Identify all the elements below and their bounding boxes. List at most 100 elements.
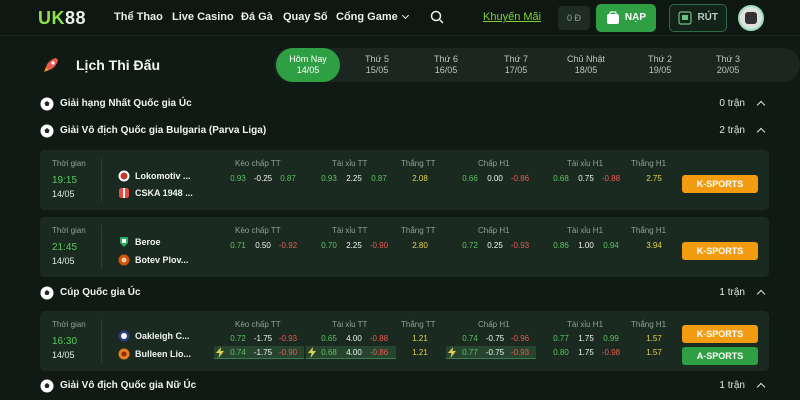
- tab-day-name: Chủ Nhật: [566, 54, 606, 64]
- soccer-ball-icon: [40, 379, 54, 393]
- odds-cell[interactable]: -0.93: [506, 241, 534, 250]
- odds-cell[interactable]: 0.66: [456, 174, 484, 183]
- odds-cell[interactable]: 2.80: [406, 241, 434, 250]
- tab-day-1[interactable]: Thứ 5 15/05: [345, 48, 409, 82]
- logo[interactable]: UK88: [38, 8, 86, 29]
- odds-cell[interactable]: 1.21: [406, 334, 434, 343]
- odds-cell[interactable]: -0.98: [597, 348, 625, 357]
- tab-day-5[interactable]: Thứ 2 19/05: [628, 48, 692, 82]
- chevron-up-icon: [756, 127, 766, 137]
- team-logo-icon: [120, 237, 128, 247]
- odds-cell[interactable]: 1.21: [406, 348, 434, 357]
- team-logo-icon: [118, 348, 130, 360]
- odds-cell[interactable]: 1.57: [640, 334, 668, 343]
- odds-cell[interactable]: 0.71: [224, 241, 252, 250]
- odds-cell[interactable]: -0.92: [274, 241, 302, 250]
- tab-day-2[interactable]: Thứ 6 16/05: [414, 48, 478, 82]
- divider: [101, 158, 102, 202]
- divider: [101, 225, 102, 269]
- odds-cell: 1.75: [578, 348, 594, 357]
- odds-cell[interactable]: -0.90: [365, 241, 393, 250]
- team-logo-icon: [118, 330, 130, 342]
- nav-cong-game[interactable]: Cổng Game: [336, 11, 409, 23]
- odds-cell[interactable]: 0.93: [315, 174, 343, 183]
- match-time: 16:30: [52, 336, 78, 347]
- odds-cell[interactable]: -0.88: [365, 334, 393, 343]
- promo-link[interactable]: Khuyến Mãi: [483, 11, 541, 23]
- k-sports-button[interactable]: K-SPORTS: [682, 175, 758, 193]
- tab-day-name: Hôm Nay: [289, 54, 327, 64]
- tab-day-3[interactable]: Thứ 7 17/05: [484, 48, 548, 82]
- odds-cell[interactable]: 0.94: [597, 241, 625, 250]
- odds-cell[interactable]: 0.74: [456, 334, 484, 343]
- odds-cell[interactable]: 0.86: [547, 241, 575, 250]
- col-label: Tài xỉu H1: [567, 226, 604, 235]
- col-label: Tài xỉu H1: [567, 320, 604, 329]
- league-header[interactable]: Cúp Quốc gia Úc 1 trận: [40, 284, 770, 302]
- odds-cell[interactable]: -0.96: [506, 334, 534, 343]
- nav-live-casino[interactable]: Live Casino: [172, 11, 234, 23]
- col-label: Thắng H1: [631, 226, 667, 235]
- time-label: Thời gian: [52, 226, 86, 235]
- odds-cell[interactable]: 0.87: [365, 174, 393, 183]
- odds-cell: 2.25: [346, 174, 362, 183]
- odds-cell[interactable]: -0.93: [506, 348, 534, 357]
- odds-cell[interactable]: 0.68: [315, 348, 343, 357]
- odds-cell: 4.00: [346, 334, 362, 343]
- tab-day-name: Thứ 7: [503, 54, 529, 64]
- tab-day-date: 18/05: [574, 65, 598, 75]
- tab-day-date: 15/05: [365, 65, 389, 75]
- search-icon[interactable]: [430, 10, 444, 24]
- time-label: Thời gian: [52, 159, 86, 168]
- odds-cell[interactable]: 0.74: [224, 348, 252, 357]
- league-header[interactable]: Giải Vô địch Quốc gia Nữ Úc 1 trận: [40, 377, 770, 395]
- odds-cell[interactable]: 1.57: [640, 348, 668, 357]
- league-header[interactable]: Giải Vô địch Quốc gia Bulgaria (Parva Li…: [40, 122, 770, 140]
- odds-cell[interactable]: 0.87: [274, 174, 302, 183]
- odds-cell[interactable]: 2.75: [640, 174, 668, 183]
- odds-cell[interactable]: 0.65: [315, 334, 343, 343]
- league-header[interactable]: Giải hạng Nhất Quốc gia Úc 0 trận: [40, 95, 770, 113]
- odds-cell[interactable]: 0.77: [547, 334, 575, 343]
- k-sports-button[interactable]: K-SPORTS: [682, 325, 758, 343]
- odds-cell[interactable]: 0.68: [547, 174, 575, 183]
- odds-cell[interactable]: 3.94: [640, 241, 668, 250]
- deposit-button[interactable]: NẠP: [596, 4, 656, 32]
- nav-da-ga[interactable]: Đá Gà: [241, 11, 273, 23]
- match-date: 14/05: [52, 256, 75, 266]
- odds-cell[interactable]: 2.08: [406, 174, 434, 183]
- odds-cell[interactable]: 0.80: [547, 348, 575, 357]
- tab-day-name: Thứ 3: [715, 54, 741, 64]
- odds-cell[interactable]: 0.93: [224, 174, 252, 183]
- time-label: Thời gian: [52, 320, 86, 329]
- odds-cell[interactable]: 0.70: [315, 241, 343, 250]
- avatar[interactable]: [738, 5, 764, 31]
- odds-cell[interactable]: 0.77: [456, 348, 484, 357]
- odds-cell: -0.25: [253, 174, 273, 183]
- odds-cell[interactable]: -0.86: [365, 348, 393, 357]
- odds-cell[interactable]: 0.72: [456, 241, 484, 250]
- lightning-icon: [216, 347, 224, 358]
- odds-cell[interactable]: 0.99: [597, 334, 625, 343]
- tab-day-date: 16/05: [434, 65, 458, 75]
- col-label: Thắng TT: [401, 226, 436, 235]
- tab-day-6[interactable]: Thứ 3 20/05: [696, 48, 760, 82]
- odds-cell[interactable]: -0.90: [274, 348, 302, 357]
- odds-cell[interactable]: -0.88: [597, 174, 625, 183]
- schedule-header: Lịch Thi Đấu Hôm Nay 14/05 Thứ 5 15/05 Thứ…: [30, 40, 800, 92]
- odds-cell[interactable]: -0.93: [274, 334, 302, 343]
- tab-day-0[interactable]: Hôm Nay 14/05: [276, 48, 340, 82]
- a-sports-button[interactable]: A-SPORTS: [682, 347, 758, 365]
- col-label: Tài xỉu H1: [567, 159, 604, 168]
- match-card: Thời gian 16:30 14/05 Oakleigh C... Bull…: [40, 311, 769, 371]
- nav-cong-game-label: Cổng Game: [336, 11, 398, 23]
- tab-day-4[interactable]: Chủ Nhật 18/05: [554, 48, 618, 82]
- odds-cell[interactable]: 0.72: [224, 334, 252, 343]
- nav-quay-so[interactable]: Quay Số: [283, 11, 328, 23]
- odds-cell[interactable]: -0.86: [506, 174, 534, 183]
- nav-the-thao[interactable]: Thể Thao: [114, 11, 163, 23]
- lightning-icon: [448, 347, 456, 358]
- col-label: Tài xỉu TT: [332, 226, 368, 235]
- withdraw-button[interactable]: RÚT: [669, 4, 727, 32]
- k-sports-button[interactable]: K-SPORTS: [682, 242, 758, 260]
